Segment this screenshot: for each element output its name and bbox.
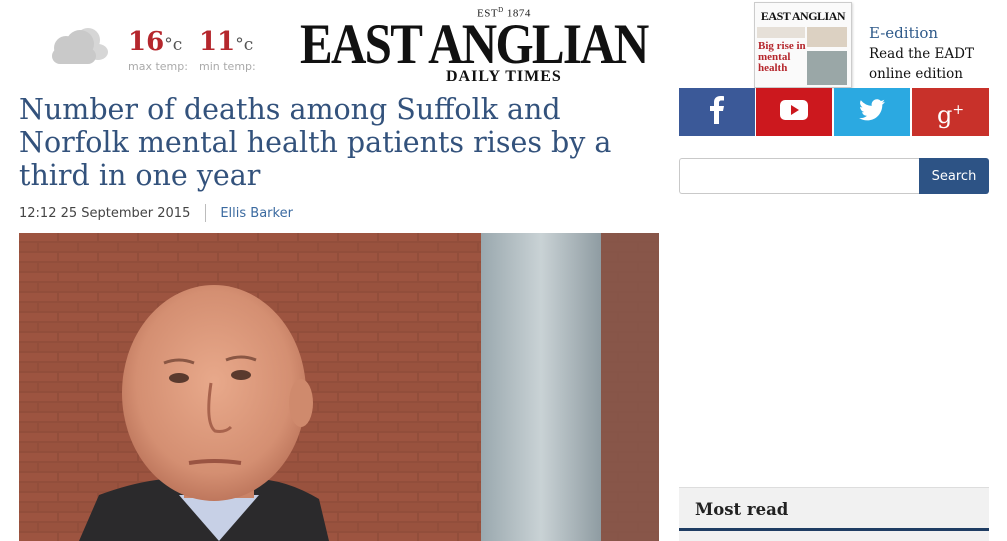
twitter-button[interactable] [834,88,910,136]
e-edition-description[interactable]: Read the EADT online edition [869,44,989,84]
site-logo[interactable]: EAST ANGLIAN [300,16,649,73]
most-read-underline [679,528,989,531]
max-temp-label: max temp: [128,60,188,73]
search-button[interactable]: Search [919,158,989,194]
youtube-button[interactable] [756,88,832,136]
meta-divider [205,204,207,222]
search-input[interactable] [679,158,919,194]
facebook-icon [709,96,725,128]
site-logo-subtitle: DAILY TIMES [446,68,562,85]
min-temp-unit: °c [235,35,254,55]
article-photo [19,233,659,541]
min-temp-label: min temp: [199,60,256,73]
max-temperature: 16°c max temp: [128,27,188,73]
article-headline: Number of deaths among Suffolk and Norfo… [19,93,612,192]
youtube-icon [780,100,808,124]
google-plus-button[interactable]: g+ [912,88,989,136]
min-temperature: 11°c min temp: [199,27,256,73]
facebook-button[interactable] [679,88,755,136]
e-edition-link[interactable]: E-edition [869,24,938,42]
max-temp-value: 16 [128,27,165,57]
article-meta: 12:12 25 September 2015 Ellis Barker [19,204,293,222]
twitter-icon [859,99,885,125]
max-temp-unit: °c [164,35,183,55]
article-author-link[interactable]: Ellis Barker [220,206,293,221]
e-edition-thumbnail[interactable]: EAST ANGLIAN Big rise in mental health [754,2,852,88]
most-read-panel: Most read [679,487,989,541]
min-temp-value: 11 [199,27,236,57]
e-edition-thumb-headline: Big rise in mental health [758,40,806,74]
google-plus-icon: g+ [936,100,965,129]
cloud-icon [44,24,108,68]
most-read-title: Most read [695,500,789,519]
article-timestamp: 12:12 25 September 2015 [19,205,191,221]
